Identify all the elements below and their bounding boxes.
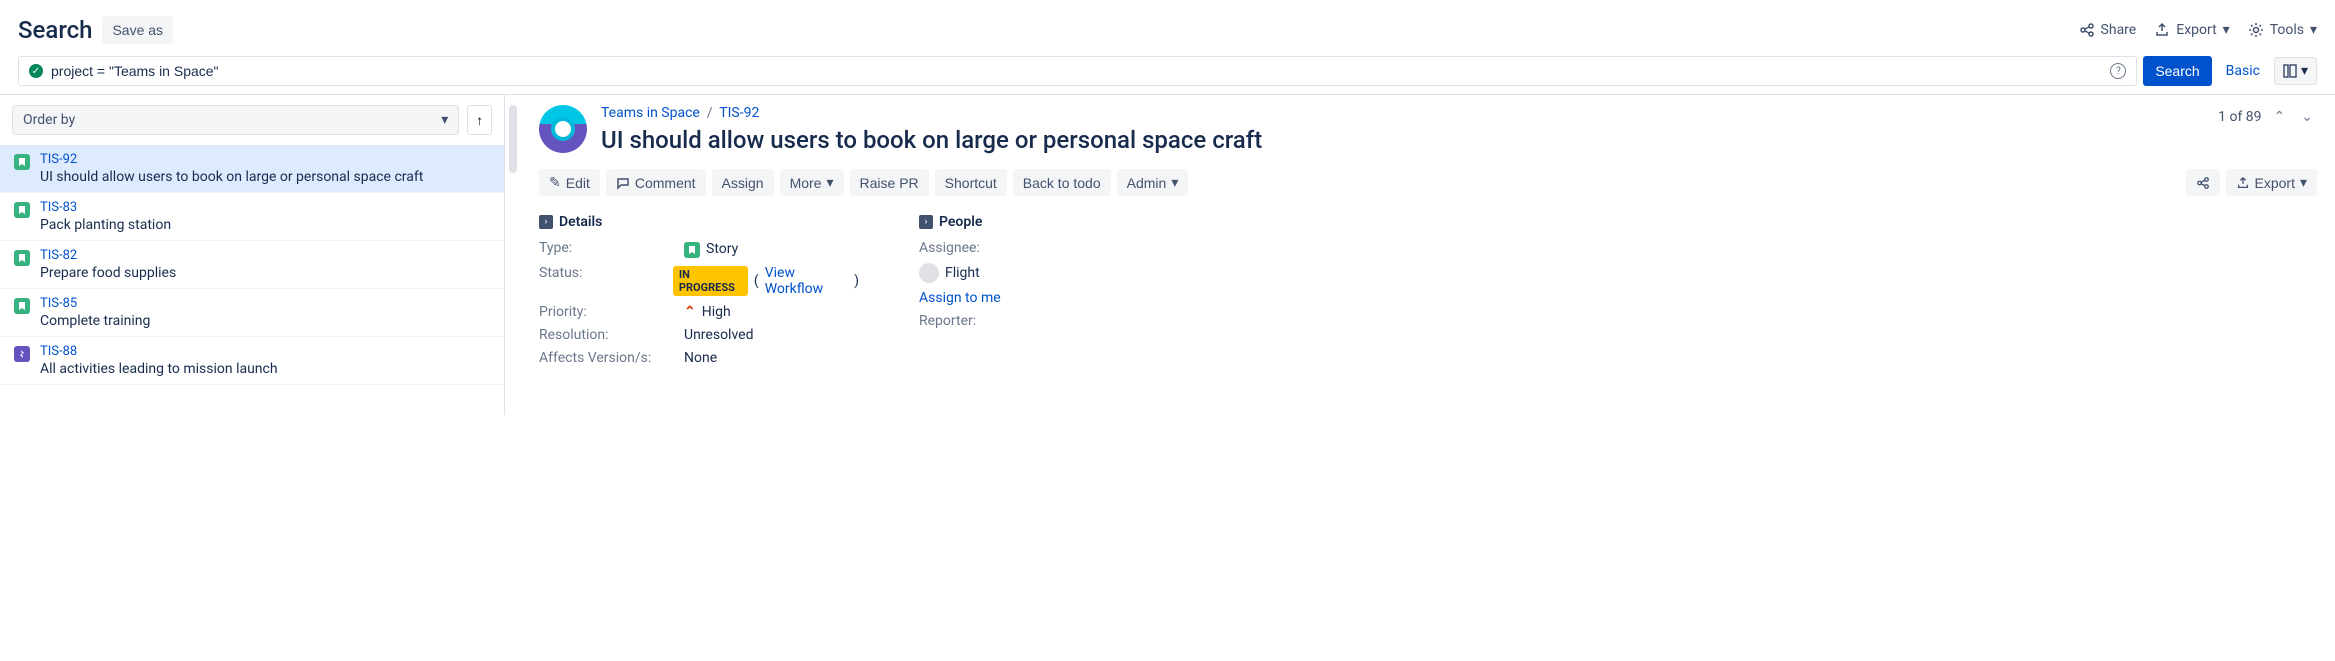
back-to-todo-button[interactable]: Back to todo	[1013, 169, 1111, 196]
affects-label: Affects Version/s:	[539, 350, 684, 366]
project-avatar	[539, 105, 587, 153]
details-section-header[interactable]: › Details	[539, 214, 859, 230]
issue-list: TIS-92 UI should allow users to book on l…	[0, 145, 504, 385]
basic-link[interactable]: Basic	[2218, 63, 2268, 79]
jql-input[interactable]	[51, 63, 2110, 79]
breadcrumb-key[interactable]: TIS-92	[719, 105, 759, 121]
layout-icon	[2283, 64, 2297, 78]
export-issue-button[interactable]: Export▾	[2226, 169, 2318, 196]
type-label: Type:	[539, 240, 684, 258]
jql-input-container[interactable]: ✓ ?	[18, 56, 2137, 86]
share-issue-button[interactable]	[2186, 169, 2220, 196]
issue-item[interactable]: TIS-88 All activities leading to mission …	[0, 337, 504, 385]
assign-button[interactable]: Assign	[712, 169, 774, 196]
chevron-down-icon: ▾	[1171, 174, 1178, 191]
story-icon	[14, 250, 30, 266]
page-title: Search	[18, 16, 92, 44]
raise-pr-button[interactable]: Raise PR	[850, 169, 929, 196]
arrow-up-icon: ↑	[476, 113, 483, 128]
issue-key: TIS-92	[40, 152, 423, 167]
issue-item[interactable]: TIS-83 Pack planting station	[0, 193, 504, 241]
breadcrumb-project[interactable]: Teams in Space	[601, 105, 700, 121]
affects-value: None	[684, 350, 717, 366]
export-icon	[2154, 22, 2170, 38]
pencil-icon: ✎	[549, 174, 561, 191]
order-by-select[interactable]: Order by ▾	[12, 105, 459, 135]
epic-icon	[14, 346, 30, 362]
share-icon	[2079, 22, 2095, 38]
priority-high-icon: ⌃	[684, 304, 696, 320]
share-icon	[2196, 176, 2210, 190]
edit-button[interactable]: ✎Edit	[539, 169, 600, 196]
chevron-down-icon: ▾	[2300, 174, 2307, 191]
sort-direction-button[interactable]: ↑	[467, 105, 492, 135]
issue-summary: Pack planting station	[40, 217, 171, 233]
issue-item[interactable]: TIS-85 Complete training	[0, 289, 504, 337]
reporter-label: Reporter:	[919, 313, 976, 329]
issue-summary: All activities leading to mission launch	[40, 361, 278, 377]
issue-key: TIS-82	[40, 248, 176, 263]
export-label: Export	[2176, 22, 2216, 38]
comment-icon	[616, 176, 630, 190]
pager-prev-button[interactable]: ⌃	[2270, 105, 2290, 129]
pager-text: 1 of 89	[2218, 109, 2261, 125]
resolution-label: Resolution:	[539, 327, 684, 343]
assignee-avatar	[919, 263, 939, 283]
resolution-value: Unresolved	[684, 327, 753, 343]
chevron-down-icon: ▾	[2301, 63, 2308, 79]
chevron-right-icon: ›	[539, 215, 553, 229]
priority-value: High	[702, 304, 731, 320]
chevron-down-icon: ▾	[2223, 22, 2230, 38]
issue-summary: Complete training	[40, 313, 150, 329]
check-icon: ✓	[29, 64, 43, 78]
chevron-down-icon: ▾	[441, 112, 448, 128]
export-icon	[2236, 176, 2250, 190]
status-badge: IN PROGRESS	[673, 266, 748, 296]
tools-label: Tools	[2270, 22, 2304, 38]
issue-key: TIS-85	[40, 296, 150, 311]
assign-to-me-link[interactable]: Assign to me	[919, 290, 1001, 306]
layout-toggle-button[interactable]: ▾	[2274, 57, 2317, 85]
view-workflow-link[interactable]: View Workflow	[765, 265, 848, 297]
people-section-header[interactable]: › People	[919, 214, 1001, 230]
shortcut-button[interactable]: Shortcut	[935, 169, 1007, 196]
comment-button[interactable]: Comment	[606, 169, 706, 196]
pager-next-button[interactable]: ⌄	[2297, 105, 2317, 129]
story-icon	[14, 154, 30, 170]
issue-item[interactable]: TIS-82 Prepare food supplies	[0, 241, 504, 289]
issue-key: TIS-83	[40, 200, 171, 215]
issue-title: UI should allow users to book on large o…	[601, 125, 2204, 155]
status-label: Status:	[539, 265, 673, 297]
type-value: Story	[706, 241, 738, 257]
assignee-label: Assignee:	[919, 240, 980, 256]
share-label: Share	[2101, 22, 2137, 38]
search-button[interactable]: Search	[2143, 56, 2211, 86]
issue-summary: UI should allow users to book on large o…	[40, 169, 423, 185]
issue-summary: Prepare food supplies	[40, 265, 176, 281]
story-icon	[684, 242, 700, 258]
issue-key: TIS-88	[40, 344, 278, 359]
more-button[interactable]: More▾	[780, 169, 844, 196]
chevron-right-icon: ›	[919, 215, 933, 229]
priority-label: Priority:	[539, 304, 684, 320]
issue-item[interactable]: TIS-92 UI should allow users to book on l…	[0, 145, 504, 193]
export-button[interactable]: Export ▾	[2154, 22, 2229, 38]
tools-button[interactable]: Tools ▾	[2248, 22, 2317, 38]
save-as-button[interactable]: Save as	[102, 16, 173, 44]
chevron-down-icon: ▾	[2310, 22, 2317, 38]
gear-icon	[2248, 22, 2264, 38]
order-by-label: Order by	[23, 112, 75, 128]
share-button[interactable]: Share	[2079, 22, 2137, 38]
story-icon	[14, 202, 30, 218]
breadcrumb: Teams in Space / TIS-92	[601, 105, 2204, 121]
splitter-handle[interactable]	[509, 105, 517, 173]
story-icon	[14, 298, 30, 314]
help-icon[interactable]: ?	[2110, 63, 2126, 79]
admin-button[interactable]: Admin▾	[1117, 169, 1189, 196]
assignee-value: Flight	[945, 265, 980, 281]
chevron-down-icon: ▾	[826, 174, 833, 191]
